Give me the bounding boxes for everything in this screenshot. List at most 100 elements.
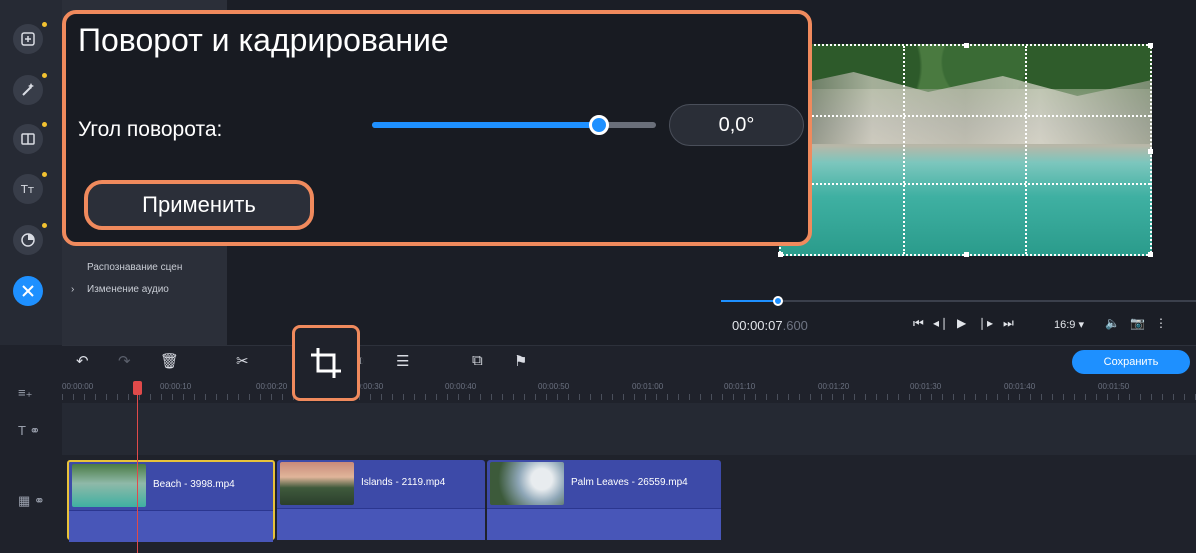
delete-icon[interactable]: 🗑 bbox=[160, 352, 179, 370]
ruler-label: 00:00:40 bbox=[445, 382, 477, 391]
ruler-label: 00:01:30 bbox=[910, 382, 942, 391]
scrubber-progress bbox=[721, 300, 778, 302]
notification-dot bbox=[42, 73, 47, 78]
video-track-icon: ▦ ⚭ bbox=[18, 493, 45, 508]
text-track-icon: T ⚭ bbox=[18, 423, 41, 438]
more-options-icon[interactable]: ⋮ bbox=[1155, 316, 1167, 330]
ruler-label: 00:01:20 bbox=[818, 382, 850, 391]
crop-handle[interactable] bbox=[1148, 43, 1153, 48]
clip-properties-icon[interactable]: ☰ bbox=[396, 352, 409, 370]
ruler-label: 00:00:20 bbox=[256, 382, 288, 391]
titles-button[interactable]: Tт bbox=[13, 172, 47, 204]
add-track-icon[interactable]: ≡₊ bbox=[18, 385, 32, 401]
crop-grid-line bbox=[1024, 46, 1027, 254]
clip-thumbnail bbox=[490, 462, 564, 505]
clip-audio-track[interactable] bbox=[277, 508, 485, 540]
track-headers: ≡₊ T ⚭ ▦ ⚭ bbox=[0, 345, 62, 553]
import-button[interactable] bbox=[13, 22, 47, 54]
playhead-handle[interactable] bbox=[133, 381, 142, 395]
step-forward-icon[interactable]: ❘▸ bbox=[977, 316, 993, 330]
angle-label: Угол поворота: bbox=[78, 118, 223, 141]
transitions-icon bbox=[21, 133, 35, 145]
clip-beach[interactable]: Beach - 3998.mp4 bbox=[67, 460, 275, 542]
snapshot-icon[interactable]: 📷 bbox=[1130, 316, 1145, 330]
player-scrubber[interactable] bbox=[721, 296, 1196, 306]
filters-button[interactable] bbox=[13, 73, 47, 105]
crop-handle[interactable] bbox=[1148, 252, 1153, 257]
time-readout: 00:00:07.600 bbox=[732, 318, 808, 333]
expand-caret-icon: › bbox=[71, 284, 75, 295]
notification-dot bbox=[42, 172, 47, 177]
clip-islands[interactable]: Islands - 2119.mp4 bbox=[277, 460, 485, 540]
angle-input[interactable]: 0,0° bbox=[669, 104, 804, 146]
crop-handle[interactable] bbox=[778, 252, 783, 257]
crop-handle[interactable] bbox=[964, 43, 969, 48]
notification-dot bbox=[42, 223, 47, 228]
crop-tool-button[interactable] bbox=[292, 325, 360, 401]
play-icon[interactable]: ▶ bbox=[957, 316, 966, 330]
more-tools-button[interactable] bbox=[13, 276, 43, 306]
ruler-label: 00:01:00 bbox=[632, 382, 664, 391]
step-back-icon[interactable]: ◂❘ bbox=[933, 316, 949, 330]
more-tools-icon bbox=[22, 285, 34, 297]
playhead-line bbox=[137, 381, 138, 553]
clip-audio-track[interactable] bbox=[69, 510, 273, 542]
tool-rail: Tт bbox=[0, 0, 62, 345]
clip-thumbnail bbox=[280, 462, 354, 505]
tool-item-label: Изменение аудио bbox=[87, 284, 169, 295]
skip-end-icon[interactable]: ⏭ bbox=[1003, 316, 1014, 331]
stickers-icon bbox=[21, 233, 35, 247]
clip-name: Beach - 3998.mp4 bbox=[153, 479, 235, 490]
ruler-label: 00:00:00 bbox=[62, 382, 94, 391]
crop-grid-line bbox=[902, 46, 905, 254]
stickers-button[interactable] bbox=[13, 223, 47, 255]
notification-dot bbox=[42, 22, 47, 27]
aspect-ratio-select[interactable]: 16:9 ▾ bbox=[1054, 318, 1084, 331]
text-track[interactable] bbox=[62, 403, 1196, 455]
clip-thumbnail bbox=[72, 464, 146, 507]
tool-item-audio-edit[interactable]: › Изменение аудио bbox=[71, 284, 169, 295]
crop-frame[interactable] bbox=[778, 43, 1153, 257]
redo-icon[interactable]: ↷ bbox=[118, 352, 131, 370]
timeline-toolbar: ↶ ↷ 🗑 ✂ ◐ ☰ ⧉ ⚑ Сохранить bbox=[62, 345, 1196, 377]
titles-icon: Tт bbox=[20, 183, 35, 196]
slider-fill bbox=[372, 122, 600, 128]
clip-name: Islands - 2119.mp4 bbox=[361, 477, 446, 488]
save-button[interactable]: Сохранить bbox=[1072, 350, 1190, 374]
crop-grid-line bbox=[781, 114, 1150, 117]
skip-start-icon[interactable]: ⏮ bbox=[913, 316, 924, 331]
tool-item-scene-detection[interactable]: Распознавание сцен bbox=[87, 262, 182, 273]
cut-icon[interactable]: ✂ bbox=[236, 352, 249, 370]
timeline-ruler[interactable]: 00:00:00 00:00:10 00:00:20 00:00:30 00:0… bbox=[62, 377, 1196, 403]
transitions-button[interactable] bbox=[13, 122, 47, 154]
rotate-crop-popup: Поворот и кадрирование Угол поворота: 0,… bbox=[62, 10, 812, 246]
crop-handle[interactable] bbox=[964, 252, 969, 257]
ruler-label: 00:00:50 bbox=[538, 382, 570, 391]
notification-dot bbox=[42, 122, 47, 127]
clip-palm-leaves[interactable]: Palm Leaves - 26559.mp4 bbox=[487, 460, 721, 540]
volume-icon[interactable]: 🔈 bbox=[1105, 316, 1120, 330]
scrubber-knob[interactable] bbox=[773, 296, 783, 306]
crop-grid-line bbox=[781, 183, 1150, 186]
ruler-label: 00:01:10 bbox=[724, 382, 756, 391]
time-main: 00:00:07 bbox=[732, 318, 783, 333]
time-ms: .600 bbox=[782, 318, 808, 333]
ruler-label: 00:01:50 bbox=[1098, 382, 1130, 391]
crop-handle[interactable] bbox=[1148, 149, 1153, 154]
slider-knob[interactable] bbox=[589, 115, 610, 135]
crop-icon bbox=[311, 348, 341, 378]
marker-flag-icon[interactable]: ⚑ bbox=[514, 352, 527, 370]
popup-title: Поворот и кадрирование bbox=[78, 22, 449, 58]
svg-text:Tт: Tт bbox=[20, 183, 35, 196]
import-icon bbox=[21, 32, 35, 46]
overlay-icon[interactable]: ⧉ bbox=[472, 352, 483, 369]
undo-icon[interactable]: ↶ bbox=[76, 352, 89, 370]
clip-audio-track[interactable] bbox=[487, 508, 721, 540]
magic-wand-icon bbox=[22, 83, 34, 96]
ruler-label: 00:00:10 bbox=[160, 382, 192, 391]
angle-slider[interactable] bbox=[372, 115, 656, 135]
ruler-label: 00:01:40 bbox=[1004, 382, 1036, 391]
clip-name: Palm Leaves - 26559.mp4 bbox=[571, 477, 688, 488]
apply-button[interactable]: Применить bbox=[84, 180, 314, 230]
ruler-ticks bbox=[62, 394, 1196, 400]
